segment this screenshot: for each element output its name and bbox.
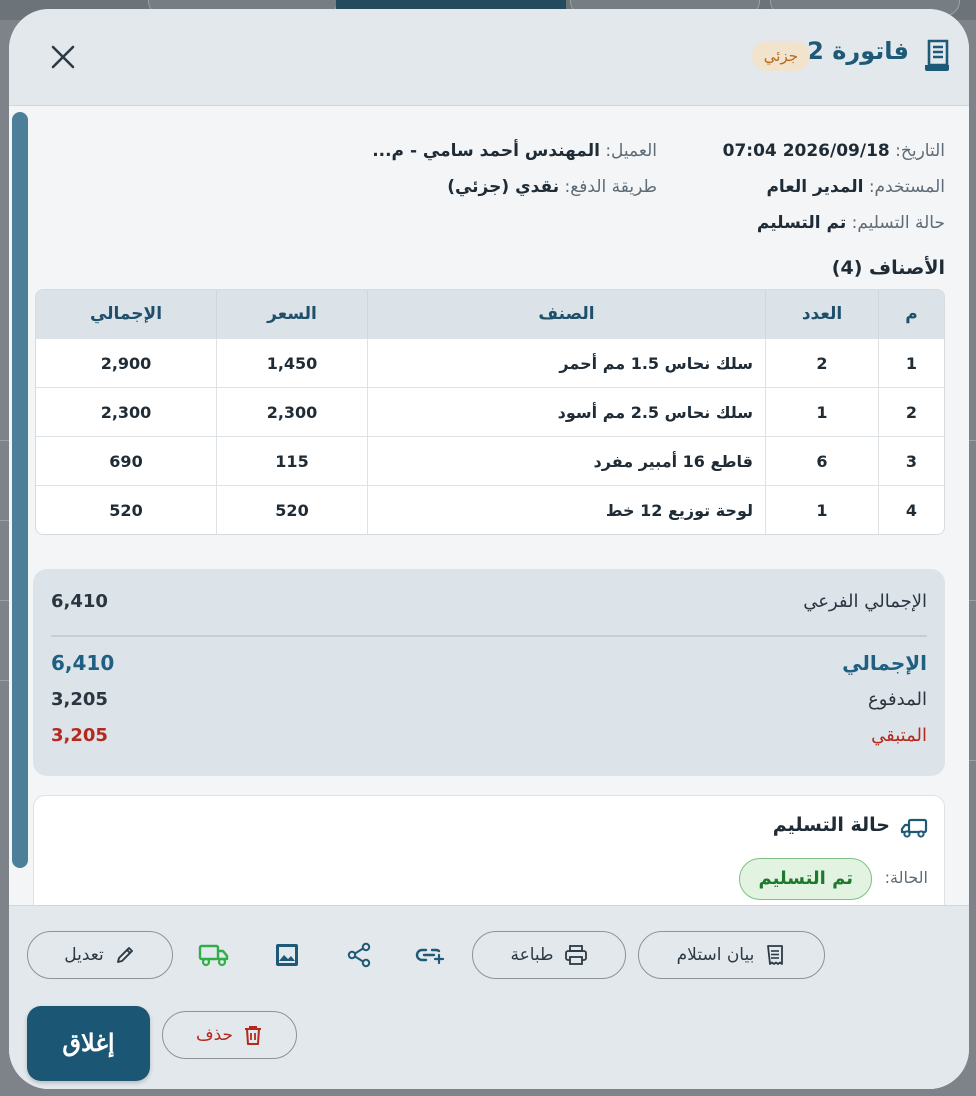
status-badge: جزئي bbox=[751, 41, 810, 71]
cell-qty: 1 bbox=[765, 387, 878, 436]
user-label: المستخدم: bbox=[868, 177, 945, 197]
cell-index: 2 bbox=[878, 387, 944, 436]
cell-qty: 1 bbox=[765, 485, 878, 534]
col-header-total: الإجمالي bbox=[36, 290, 216, 338]
background-divider bbox=[968, 760, 976, 761]
remaining-row: المتبقي 3,205 bbox=[51, 725, 927, 753]
cell-price: 1,450 bbox=[216, 338, 367, 387]
totals-divider bbox=[51, 635, 927, 637]
col-header-qty: العدد bbox=[765, 290, 878, 338]
receipt-button[interactable]: بيان استلام bbox=[638, 931, 825, 979]
payment-field: طريقة الدفع: نقدي (جزئي) bbox=[447, 177, 657, 197]
col-header-index: م bbox=[878, 290, 944, 338]
delete-button-label: حذف bbox=[195, 1025, 234, 1045]
cell-item: سلك نحاس 1.5 مم أحمر bbox=[367, 338, 765, 387]
total-value: 6,410 bbox=[51, 651, 115, 675]
cell-index: 4 bbox=[878, 485, 944, 534]
user-field: المستخدم: المدير العام bbox=[766, 177, 945, 197]
cell-price: 520 bbox=[216, 485, 367, 534]
table-header-row: م العدد الصنف السعر الإجمالي bbox=[36, 290, 944, 338]
cell-item: قاطع 16 أمبير مفرد bbox=[367, 436, 765, 485]
modal-footer: بيان استلام طباعة تعديل حذف إغلاق bbox=[9, 905, 969, 1089]
cell-price: 115 bbox=[216, 436, 367, 485]
cell-total: 520 bbox=[36, 485, 216, 534]
delivery-label: حالة التسليم: bbox=[851, 213, 945, 233]
delivery-card: حالة التسليم الحالة: تم التسليم bbox=[33, 795, 945, 905]
copy-link-button[interactable] bbox=[414, 939, 446, 971]
user-value: المدير العام bbox=[766, 177, 864, 197]
delivery-field: حالة التسليم: تم التسليم bbox=[757, 213, 945, 233]
image-icon bbox=[276, 944, 298, 966]
subtotal-row: الإجمالي الفرعي 6,410 bbox=[51, 591, 927, 619]
print-button-label: طباعة bbox=[510, 945, 554, 965]
client-label: العميل: bbox=[605, 141, 657, 161]
cell-item: سلك نحاس 2.5 مم أسود bbox=[367, 387, 765, 436]
pencil-icon bbox=[116, 947, 133, 963]
table-row: 3 6 قاطع 16 أمبير مفرد 115 690 bbox=[36, 436, 944, 485]
edit-button-label: تعديل bbox=[64, 945, 104, 965]
paid-label: المدفوع bbox=[868, 689, 927, 710]
printer-icon bbox=[564, 945, 587, 965]
delivery-truck-icon bbox=[198, 944, 229, 967]
paid-row: المدفوع 3,205 bbox=[51, 689, 927, 717]
modal-body: التاريخ: 2026/09/18 07:04 العميل: المهند… bbox=[33, 107, 969, 905]
cell-qty: 2 bbox=[765, 338, 878, 387]
truck-icon bbox=[900, 818, 928, 838]
cell-total: 690 bbox=[36, 436, 216, 485]
cell-qty: 6 bbox=[765, 436, 878, 485]
client-field: العميل: المهندس أحمد سامي - م... bbox=[372, 141, 657, 161]
receipt-list-icon bbox=[767, 945, 784, 965]
cell-total: 2,300 bbox=[36, 387, 216, 436]
items-title: الأصناف (4) bbox=[831, 257, 945, 279]
total-row: الإجمالي 6,410 bbox=[51, 651, 927, 679]
subtotal-label: الإجمالي الفرعي bbox=[803, 591, 927, 612]
delivery-title: حالة التسليم bbox=[772, 814, 890, 836]
client-value: المهندس أحمد سامي - م... bbox=[372, 141, 600, 161]
edit-button[interactable]: تعديل bbox=[27, 931, 173, 979]
date-label: التاريخ: bbox=[895, 141, 945, 161]
link-icon bbox=[415, 948, 445, 965]
print-button[interactable]: طباعة bbox=[472, 931, 626, 979]
scrollbar[interactable] bbox=[12, 112, 28, 868]
delivery-status-label: الحالة: bbox=[884, 868, 928, 887]
paid-value: 3,205 bbox=[51, 689, 108, 710]
table-row: 1 2 سلك نحاس 1.5 مم أحمر 1,450 2,900 bbox=[36, 338, 944, 387]
share-button[interactable] bbox=[343, 939, 375, 971]
date-value: 2026/09/18 07:04 bbox=[722, 141, 890, 161]
cell-total: 2,900 bbox=[36, 338, 216, 387]
cell-price: 2,300 bbox=[216, 387, 367, 436]
close-button[interactable]: إغلاق bbox=[27, 1006, 150, 1081]
invoice-title: فاتورة 2 bbox=[807, 37, 909, 65]
delivery-button[interactable] bbox=[198, 939, 230, 971]
items-table: م العدد الصنف السعر الإجمالي 1 2 سلك نحا… bbox=[35, 289, 945, 535]
payment-value: نقدي (جزئي) bbox=[447, 177, 560, 197]
table-row: 4 1 لوحة توزيع 12 خط 520 520 bbox=[36, 485, 944, 534]
modal-header: فاتورة 2 جزئي bbox=[9, 9, 969, 106]
col-header-price: السعر bbox=[216, 290, 367, 338]
delivery-value: تم التسليم bbox=[756, 213, 847, 233]
delivery-status-badge: تم التسليم bbox=[739, 858, 872, 900]
total-label: الإجمالي bbox=[842, 651, 927, 675]
background-divider bbox=[968, 600, 976, 601]
remaining-value: 3,205 bbox=[51, 725, 108, 746]
invoice-modal: فاتورة 2 جزئي التاريخ: 2026/09/18 07:04 … bbox=[9, 9, 969, 1089]
cell-item: لوحة توزيع 12 خط bbox=[367, 485, 765, 534]
cell-index: 1 bbox=[878, 338, 944, 387]
background-divider bbox=[968, 440, 976, 441]
close-icon[interactable] bbox=[45, 39, 81, 75]
totals-panel: الإجمالي الفرعي 6,410 الإجمالي 6,410 الم… bbox=[33, 569, 945, 776]
trash-icon bbox=[245, 1026, 262, 1045]
col-header-item: الصنف bbox=[367, 290, 765, 338]
remaining-label: المتبقي bbox=[871, 725, 927, 746]
subtotal-value: 6,410 bbox=[51, 591, 108, 612]
cell-index: 3 bbox=[878, 436, 944, 485]
receipt-icon bbox=[925, 39, 949, 71]
delete-button[interactable]: حذف bbox=[162, 1011, 297, 1059]
receipt-button-label: بيان استلام bbox=[676, 945, 755, 965]
payment-label: طريقة الدفع: bbox=[564, 177, 658, 197]
table-row: 2 1 سلك نحاس 2.5 مم أسود 2,300 2,300 bbox=[36, 387, 944, 436]
date-field: التاريخ: 2026/09/18 07:04 bbox=[723, 141, 945, 161]
share-icon bbox=[347, 942, 371, 968]
image-button[interactable] bbox=[271, 939, 303, 971]
